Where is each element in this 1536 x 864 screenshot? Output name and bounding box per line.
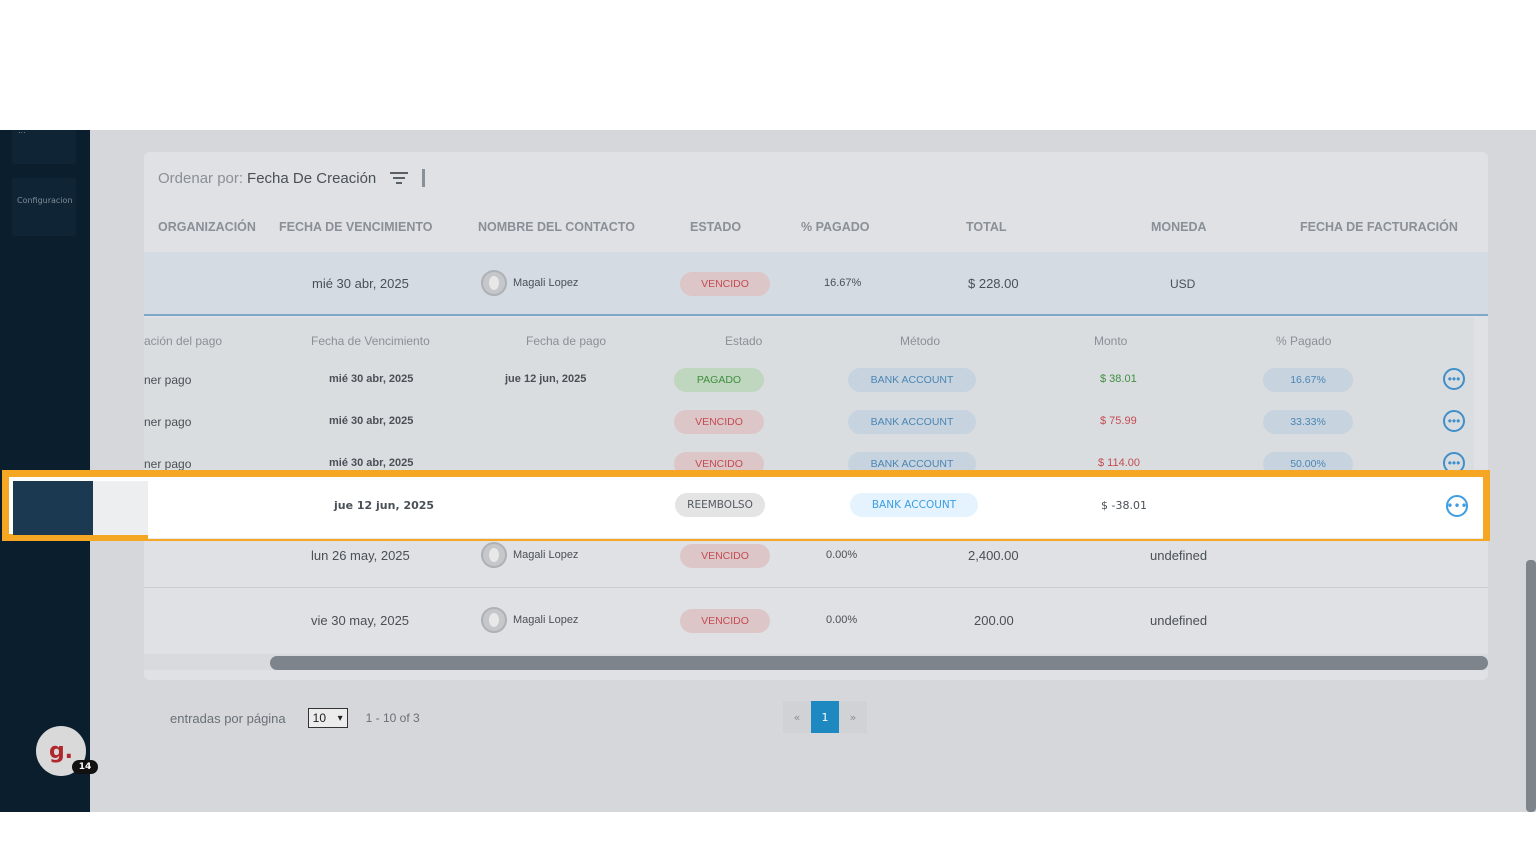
page-button-current[interactable]: 1 xyxy=(811,701,839,733)
invoice-due-date: vie 30 may, 2025 xyxy=(311,613,410,628)
col-total[interactable]: TOTAL xyxy=(966,220,1007,234)
invoice-due-date: mié 30 abr, 2025 xyxy=(312,276,409,291)
payment-row[interactable]: ner pago mié 30 abr, 2025 VENCIDO BANK A… xyxy=(144,400,1474,442)
more-options-icon[interactable]: ••• xyxy=(1446,495,1468,517)
avatar-letter: g. xyxy=(48,738,74,764)
status-badge: VENCIDO xyxy=(674,410,764,434)
refund-row[interactable]: jue 12 jun, 2025 REEMBOLSO BANK ACCOUNT … xyxy=(148,477,1483,539)
per-page-value: 10 xyxy=(312,711,327,725)
refund-amount: $ -38.01 xyxy=(1101,499,1147,512)
invoice-paid-pct: 0.00% xyxy=(826,549,858,561)
sub-col-descripcion: ación del pago xyxy=(144,334,223,348)
sidebar-fragment xyxy=(13,481,93,535)
payment-desc: ner pago xyxy=(144,415,192,429)
payment-pct-badge: 33.33% xyxy=(1263,410,1353,434)
payment-desc: ner pago xyxy=(144,457,192,471)
sidebar-item-top[interactable]: ... xyxy=(12,130,76,164)
invoice-total: 2,400.00 xyxy=(968,548,1019,563)
contact-name: Magali Lopez xyxy=(513,549,579,561)
invoice-paid-pct: 0.00% xyxy=(826,614,858,626)
sub-col-estado: Estado xyxy=(725,334,763,348)
payment-amount: $ 75.99 xyxy=(1100,415,1137,427)
sub-col-metodo: Método xyxy=(900,334,941,348)
table-row-expanded[interactable]: mié 30 abr, 2025 Magali Lopez VENCIDO 16… xyxy=(144,252,1488,316)
contact-avatar xyxy=(481,270,507,296)
sidebar-item-config[interactable]: Configuracion xyxy=(12,178,76,236)
payment-desc: ner pago xyxy=(144,373,192,387)
payment-due: mié 30 abr, 2025 xyxy=(329,373,414,385)
pagination-footer: entradas por página 10 ▾ 1 - 10 of 3 xyxy=(170,706,420,730)
invoice-total: $ 228.00 xyxy=(968,276,1019,291)
chevron-down-icon: ▾ xyxy=(337,712,343,724)
sort-divider xyxy=(422,169,426,187)
sort-value[interactable]: Fecha De Creación xyxy=(247,170,376,187)
refund-date: jue 12 jun, 2025 xyxy=(334,499,435,512)
highlight-box: jue 12 jun, 2025 REEMBOLSO BANK ACCOUNT … xyxy=(2,470,1490,541)
per-page-select[interactable]: 10 ▾ xyxy=(307,708,348,728)
col-organizacion[interactable]: ORGANIZACIÓN xyxy=(158,220,256,234)
sub-col-vencimiento: Fecha de Vencimiento xyxy=(311,334,430,348)
status-badge: VENCIDO xyxy=(680,272,770,296)
sort-bar: Ordenar por: Fecha De Creación xyxy=(158,166,426,190)
invoice-contact[interactable]: Magali Lopez xyxy=(481,607,578,633)
invoices-card: Ordenar por: Fecha De Creación ORGANIZAC… xyxy=(144,152,1488,680)
table-row[interactable]: vie 30 may, 2025 Magali Lopez VENCIDO 0.… xyxy=(144,589,1488,653)
status-badge: PAGADO xyxy=(674,368,764,392)
payment-row[interactable]: ner pago mié 30 abr, 2025 jue 12 jun, 20… xyxy=(144,358,1474,400)
filter-icon[interactable] xyxy=(390,171,409,185)
payment-amount: $ 38.01 xyxy=(1100,373,1137,385)
sidebar-item-config-label: Configuracion xyxy=(17,196,73,205)
range-text: 1 - 10 of 3 xyxy=(365,711,420,725)
invoice-contact[interactable]: Magali Lopez xyxy=(481,270,578,296)
payment-amount: $ 114.00 xyxy=(1098,457,1141,469)
invoice-total: 200.00 xyxy=(974,613,1014,628)
prev-page-button[interactable]: « xyxy=(783,701,811,733)
sort-label: Ordenar por: xyxy=(158,169,244,187)
col-pagado[interactable]: % PAGADO xyxy=(801,220,870,234)
gutter-fragment xyxy=(93,481,148,535)
sub-col-fecha-pago: Fecha de pago xyxy=(526,334,607,348)
payment-paid-date: jue 12 jun, 2025 xyxy=(505,373,587,385)
contact-name: Magali Lopez xyxy=(513,614,579,626)
invoice-currency: undefined xyxy=(1150,613,1208,628)
per-page-label: entradas por página xyxy=(170,710,286,726)
more-options-icon[interactable]: ••• xyxy=(1443,368,1465,390)
method-badge: BANK ACCOUNT xyxy=(848,410,976,434)
sidebar-item-top-label: ... xyxy=(18,130,26,135)
notification-badge: 14 xyxy=(72,760,98,774)
col-fecha-vencimiento[interactable]: FECHA DE VENCIMIENTO xyxy=(279,220,433,234)
col-nombre-contacto[interactable]: NOMBRE DEL CONTACTO xyxy=(478,220,635,234)
col-estado[interactable]: ESTADO xyxy=(690,220,741,234)
method-badge: BANK ACCOUNT xyxy=(850,493,978,517)
contact-avatar xyxy=(481,542,507,568)
status-badge: VENCIDO xyxy=(680,544,770,568)
contact-name: Magali Lopez xyxy=(513,277,579,289)
payments-header: ación del pago Fecha de Vencimiento Fech… xyxy=(144,318,1474,358)
next-page-button[interactable]: » xyxy=(839,701,867,733)
pager: « 1 » xyxy=(783,701,867,733)
payment-due: mié 30 abr, 2025 xyxy=(329,457,414,469)
vertical-scrollbar[interactable] xyxy=(1526,560,1536,812)
payment-due: mié 30 abr, 2025 xyxy=(329,415,414,427)
method-badge: BANK ACCOUNT xyxy=(848,368,976,392)
table-header: ORGANIZACIÓN FECHA DE VENCIMIENTO NOMBRE… xyxy=(144,208,1488,244)
invoice-due-date: lun 26 may, 2025 xyxy=(311,548,410,563)
sub-col-monto: Monto xyxy=(1094,334,1128,348)
sub-col-pagado: % Pagado xyxy=(1276,334,1332,348)
status-badge: VENCIDO xyxy=(680,609,770,633)
contact-avatar xyxy=(481,607,507,633)
horizontal-scrollbar[interactable] xyxy=(270,656,1488,670)
invoice-paid-pct: 16.67% xyxy=(824,277,862,289)
invoice-currency: undefined xyxy=(1150,548,1208,563)
invoice-currency: USD xyxy=(1170,277,1196,291)
col-fecha-facturacion[interactable]: FECHA DE FACTURACIÓN xyxy=(1300,220,1458,234)
more-options-icon[interactable]: ••• xyxy=(1443,410,1465,432)
col-moneda[interactable]: MONEDA xyxy=(1151,220,1207,234)
payment-pct-badge: 16.67% xyxy=(1263,368,1353,392)
invoice-contact[interactable]: Magali Lopez xyxy=(481,542,578,568)
status-badge: REEMBOLSO xyxy=(675,493,765,517)
